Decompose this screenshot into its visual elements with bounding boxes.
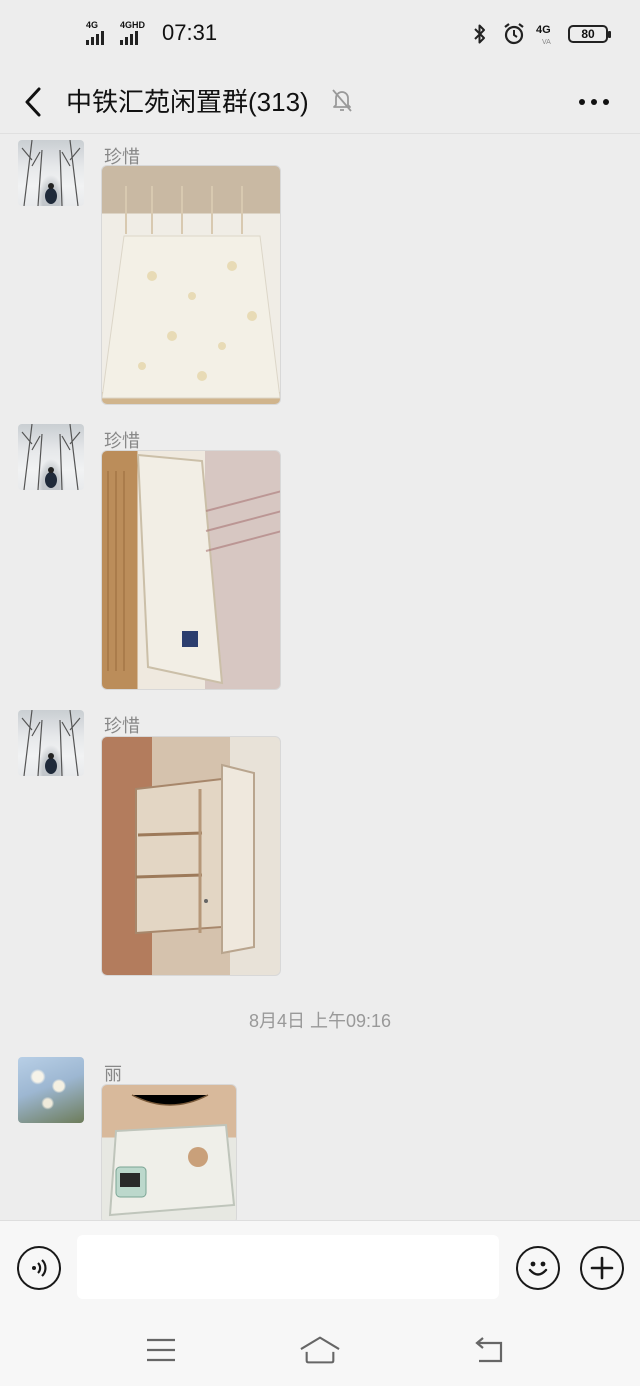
system-navigation-bar [0, 1314, 640, 1386]
menu-button[interactable] [141, 1332, 181, 1368]
back-arrow-icon [475, 1337, 503, 1363]
network-indicator: 4G VA [536, 22, 558, 46]
sender-avatar[interactable] [18, 140, 84, 206]
bell-off-icon [330, 86, 354, 114]
sender-name: 珍惜 [104, 716, 140, 736]
signal-strength-1: 4G [86, 21, 114, 45]
voice-input-button[interactable] [17, 1246, 61, 1290]
bluetooth-icon [468, 22, 492, 46]
signal-strength-2: 4GHD [120, 21, 152, 45]
network-sub-label: VA [542, 39, 551, 46]
wooden-cabinet-photo[interactable] [101, 736, 281, 976]
menu-icon [147, 1338, 175, 1362]
title-bar: 中铁汇苑闲置群(313) [0, 70, 640, 134]
home-icon [300, 1336, 340, 1364]
chat-message-list[interactable]: 珍惜 珍惜 珍惜 8月4日 上午09:16 丽 [0, 135, 640, 1220]
message-input[interactable] [77, 1235, 499, 1299]
sender-avatar[interactable] [18, 424, 84, 490]
mattress-standing-photo[interactable] [101, 450, 281, 690]
voice-icon [32, 1259, 47, 1277]
chat-timestamp: 8月4日 上午09:16 [248, 1011, 392, 1031]
more-options-button[interactable] [576, 84, 612, 120]
battery-level: 80 [581, 27, 595, 41]
home-button[interactable] [300, 1332, 340, 1368]
chat-title: 中铁汇苑闲置群(313) [66, 87, 309, 117]
sender-name: 丽 [104, 1064, 122, 1084]
network-label: 4G [536, 24, 551, 36]
emoji-icon [528, 1261, 548, 1276]
chevron-left-icon [25, 87, 41, 117]
emoji-button[interactable] [516, 1246, 560, 1290]
battery-icon: 80 [568, 25, 611, 43]
back-button[interactable] [18, 82, 48, 122]
sender-avatar[interactable] [18, 1057, 84, 1123]
nav-back-button[interactable] [468, 1332, 508, 1368]
more-dots-icon [579, 99, 609, 105]
printer-photo[interactable] [101, 1084, 237, 1220]
mattress-on-bed-photo[interactable] [101, 165, 281, 405]
signal-2-label: 4GHD [120, 20, 146, 30]
status-bar: 4G 4GHD 07:31 4G VA 80 [0, 0, 640, 70]
signal-1-label: 4G [86, 20, 99, 30]
more-actions-button[interactable] [580, 1246, 624, 1290]
status-time: 07:31 [162, 20, 218, 45]
input-bar [0, 1220, 640, 1314]
alarm-icon [502, 22, 526, 46]
sender-avatar[interactable] [18, 710, 84, 776]
plus-icon [590, 1256, 614, 1280]
